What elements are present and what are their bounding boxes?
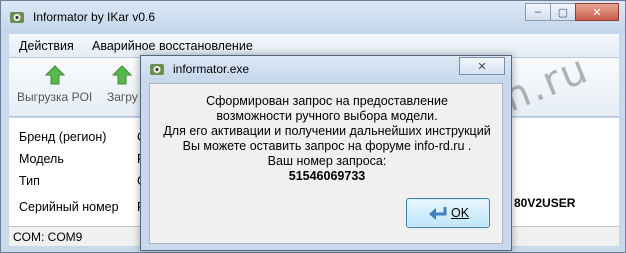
arrow-up-icon bbox=[44, 65, 65, 85]
brand-label: Бренд (регион) bbox=[19, 130, 107, 144]
ok-button[interactable]: OK bbox=[406, 198, 490, 228]
load-button[interactable]: Загру bbox=[107, 64, 138, 104]
type-label: Тип bbox=[19, 174, 40, 188]
serial-user-value: 80V2USER bbox=[514, 196, 576, 210]
app-icon bbox=[150, 64, 164, 75]
request-number: 51546069733 bbox=[288, 169, 366, 183]
load-label: Загру bbox=[107, 90, 138, 104]
minimize-button[interactable]: – bbox=[525, 3, 551, 21]
serial-label: Серийный номер bbox=[19, 200, 119, 214]
export-poi-label: Выгрузка POI bbox=[17, 90, 93, 104]
maximize-button[interactable]: ▢ bbox=[550, 3, 576, 21]
close-button[interactable]: ✕ bbox=[575, 3, 619, 21]
model-label: Модель bbox=[19, 152, 64, 166]
dialog-titlebar[interactable]: informator.exe ✕ bbox=[141, 56, 511, 83]
dialog-title: informator.exe bbox=[173, 62, 250, 76]
app-icon bbox=[10, 12, 24, 23]
message-line: Для его активации и получении дальнейших… bbox=[163, 124, 491, 138]
message-line: Ваш номер запроса: bbox=[267, 154, 387, 168]
arrow-icon bbox=[112, 65, 133, 85]
menu-emergency-recovery[interactable]: Аварийное восстановление bbox=[92, 39, 253, 53]
message-line: Вы можете оставить запрос на форуме info… bbox=[182, 139, 472, 153]
ok-label: OK bbox=[450, 206, 470, 220]
return-arrow-icon bbox=[428, 207, 447, 220]
message-dialog: informator.exe ✕ Сформирован запрос на п… bbox=[140, 55, 512, 251]
message-line: Сформирован запрос на предоставление bbox=[206, 94, 448, 108]
message-line: возможности ручного выбора модели. bbox=[216, 109, 438, 123]
export-poi-button[interactable]: Выгрузка POI bbox=[17, 64, 92, 104]
dialog-message: Сформирован запрос на предоставление воз… bbox=[150, 94, 504, 184]
dialog-body: Сформирован запрос на предоставление воз… bbox=[149, 83, 503, 244]
menu-actions[interactable]: Действия bbox=[19, 39, 74, 53]
main-titlebar[interactable]: Informator by IKar v0.6 – ▢ ✕ bbox=[1, 1, 625, 33]
window-title: Informator by IKar v0.6 bbox=[33, 10, 156, 24]
com-port-status: COM: COM9 bbox=[13, 230, 83, 244]
dialog-close-button[interactable]: ✕ bbox=[459, 57, 505, 75]
